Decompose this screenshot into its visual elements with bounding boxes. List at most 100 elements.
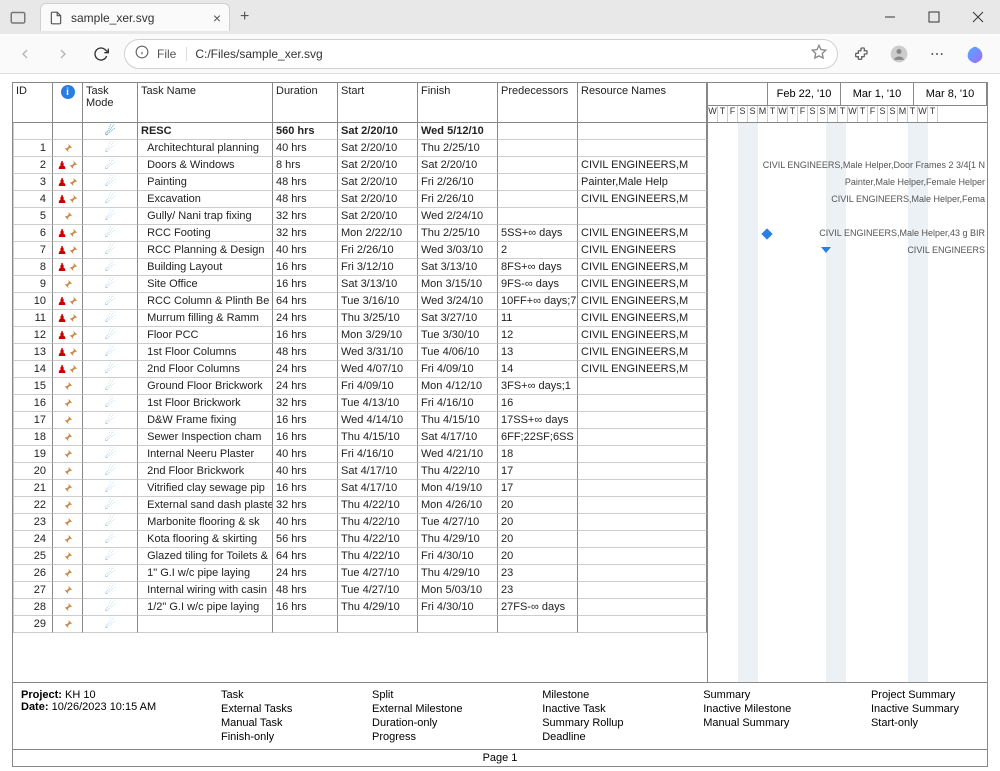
col-header-start[interactable]: Start xyxy=(338,83,418,122)
milestone-diamond-icon xyxy=(761,228,772,239)
table-row[interactable]: 13♟☄ 1st Floor Columns48 hrsWed 3/31/10T… xyxy=(13,344,707,361)
table-row[interactable]: 28☄ 1/2" G.I w/c pipe laying16 hrsThu 4/… xyxy=(13,599,707,616)
pushpin-icon xyxy=(62,415,73,426)
legend-item: Summary Rollup xyxy=(542,717,623,729)
table-row[interactable]: 20☄ 2nd Floor Brickwork40 hrsSat 4/17/10… xyxy=(13,463,707,480)
table-row[interactable]: ☄RESC560 hrsSat 2/20/10Wed 5/12/10 xyxy=(13,123,707,140)
pushpin-icon xyxy=(62,211,73,222)
legend-item: Split xyxy=(372,689,463,701)
project-value: KH 10 xyxy=(65,689,96,701)
task-mode-icon: ☄ xyxy=(105,141,116,155)
profile-button[interactable] xyxy=(884,39,914,69)
table-row[interactable]: 3♟☄ Painting48 hrsSat 2/20/10Fri 2/26/10… xyxy=(13,174,707,191)
table-row[interactable]: 10♟☄ RCC Column & Plinth Be64 hrsTue 3/1… xyxy=(13,293,707,310)
copilot-button[interactable] xyxy=(960,39,990,69)
timeline-day: T xyxy=(928,106,938,122)
task-mode-icon: ☄ xyxy=(105,617,116,631)
tab-close-icon[interactable]: × xyxy=(213,10,221,26)
table-row[interactable]: 24☄ Kota flooring & skirting56 hrsThu 4/… xyxy=(13,531,707,548)
window-maximize-button[interactable] xyxy=(912,0,956,34)
timeline-day: T xyxy=(768,106,778,122)
table-row[interactable]: 19☄ Internal Neeru Plaster40 hrsFri 4/16… xyxy=(13,446,707,463)
table-row[interactable]: 21☄ Vitrified clay sewage pip16 hrsSat 4… xyxy=(13,480,707,497)
table-row[interactable]: 5☄ Gully/ Nani trap fixing32 hrsSat 2/20… xyxy=(13,208,707,225)
table-row[interactable]: 29☄ xyxy=(13,616,707,633)
table-row[interactable]: 23☄ Marbonite flooring & sk40 hrsThu 4/2… xyxy=(13,514,707,531)
timeline-day: S xyxy=(818,106,828,122)
table-row[interactable]: 14♟☄ 2nd Floor Columns24 hrsWed 4/07/10F… xyxy=(13,361,707,378)
site-info-icon[interactable] xyxy=(135,45,149,62)
table-row[interactable]: 4♟☄ Excavation48 hrsSat 2/20/10Fri 2/26/… xyxy=(13,191,707,208)
pushpin-icon xyxy=(62,449,73,460)
task-mode-icon: ☄ xyxy=(105,277,116,291)
task-mode-icon: ☄ xyxy=(105,158,116,172)
table-row[interactable]: 27☄ Internal wiring with casin48 hrsTue … xyxy=(13,582,707,599)
table-row[interactable]: 15☄ Ground Floor Brickwork24 hrsFri 4/09… xyxy=(13,378,707,395)
col-header-info[interactable]: i xyxy=(53,83,83,122)
col-header-name[interactable]: Task Name xyxy=(138,83,273,122)
menu-button[interactable] xyxy=(922,39,952,69)
table-row[interactable]: 25☄ Glazed tiling for Toilets &64 hrsThu… xyxy=(13,548,707,565)
nav-forward-button[interactable] xyxy=(48,39,78,69)
table-row[interactable]: 2♟☄ Doors & Windows8 hrsSat 2/20/10Sat 2… xyxy=(13,157,707,174)
table-row[interactable]: 9☄ Site Office16 hrsSat 3/13/10Mon 3/15/… xyxy=(13,276,707,293)
project-label: Project: xyxy=(21,689,62,701)
pushpin-icon xyxy=(67,194,78,205)
col-header-pred[interactable]: Predecessors xyxy=(498,83,578,122)
address-bar[interactable]: File C:/Files/sample_xer.svg xyxy=(124,39,838,69)
table-row[interactable]: 26☄ 1" G.I w/c pipe laying24 hrsTue 4/27… xyxy=(13,565,707,582)
nav-back-button[interactable] xyxy=(10,39,40,69)
table-header: ID i Task Mode Task Name Duration Start … xyxy=(13,83,707,123)
task-mode-icon: ☄ xyxy=(105,583,116,597)
task-mode-icon: ☄ xyxy=(105,430,116,444)
extensions-button[interactable] xyxy=(846,39,876,69)
critical-icon: ♟ xyxy=(57,227,67,240)
pushpin-icon xyxy=(62,568,73,579)
table-row[interactable]: 7♟☄ RCC Planning & Design40 hrsFri 2/26/… xyxy=(13,242,707,259)
table-row[interactable]: 17☄ D&W Frame fixing16 hrsWed 4/14/10Thu… xyxy=(13,412,707,429)
task-mode-icon: ☄ xyxy=(105,447,116,461)
legend-item: Duration-only xyxy=(372,717,463,729)
table-row[interactable]: 12♟☄ Floor PCC16 hrsMon 3/29/10Tue 3/30/… xyxy=(13,327,707,344)
table-row[interactable]: 11♟☄ Murrum filling & Ramm24 hrsThu 3/25… xyxy=(13,310,707,327)
task-mode-icon: ☄ xyxy=(105,192,116,206)
timeline-day: W xyxy=(848,106,858,122)
favorite-icon[interactable] xyxy=(811,44,827,63)
task-mode-icon: ☄ xyxy=(105,345,116,359)
pushpin-icon xyxy=(67,364,78,375)
pushpin-icon xyxy=(62,466,73,477)
legend-item: Start-only xyxy=(871,717,959,729)
gantt-weekend-band xyxy=(738,123,758,682)
window-close-button[interactable] xyxy=(956,0,1000,34)
nav-refresh-button[interactable] xyxy=(86,39,116,69)
window-minimize-button[interactable] xyxy=(868,0,912,34)
timeline-day: S xyxy=(808,106,818,122)
pushpin-icon xyxy=(62,619,73,630)
col-header-finish[interactable]: Finish xyxy=(418,83,498,122)
gantt-bar-label: CIVIL ENGINEERS,Male Helper,Door Frames … xyxy=(763,160,985,170)
pushpin-icon xyxy=(67,296,78,307)
timeline-day: T xyxy=(718,106,728,122)
browser-tab[interactable]: sample_xer.svg × xyxy=(40,3,230,31)
table-row[interactable]: 22☄ External sand dash plaste32 hrsThu 4… xyxy=(13,497,707,514)
table-row[interactable]: 1☄ Architechtural planning40 hrsSat 2/20… xyxy=(13,140,707,157)
table-row[interactable]: 18☄ Sewer Inspection cham16 hrsThu 4/15/… xyxy=(13,429,707,446)
col-header-mode[interactable]: Task Mode xyxy=(83,83,138,122)
task-mode-icon: ☄ xyxy=(105,311,116,325)
table-row[interactable]: 6♟☄ RCC Footing32 hrsMon 2/22/10Thu 2/25… xyxy=(13,225,707,242)
task-mode-icon: ☄ xyxy=(105,379,116,393)
critical-icon: ♟ xyxy=(57,295,67,308)
pushpin-icon xyxy=(67,177,78,188)
critical-icon: ♟ xyxy=(57,312,67,325)
table-row[interactable]: 16☄ 1st Floor Brickwork32 hrsTue 4/13/10… xyxy=(13,395,707,412)
col-header-id[interactable]: ID xyxy=(13,83,53,122)
new-tab-button[interactable]: + xyxy=(240,8,249,26)
task-mode-icon: ☄ xyxy=(105,600,116,614)
timeline-span: Mar 8, '10 xyxy=(914,83,987,106)
col-header-res[interactable]: Resource Names xyxy=(578,83,707,122)
pushpin-icon xyxy=(62,483,73,494)
task-mode-icon: ☄ xyxy=(105,413,116,427)
table-row[interactable]: 8♟☄ Building Layout16 hrsFri 3/12/10Sat … xyxy=(13,259,707,276)
col-header-dur[interactable]: Duration xyxy=(273,83,338,122)
task-mode-icon: ☄ xyxy=(105,294,116,308)
